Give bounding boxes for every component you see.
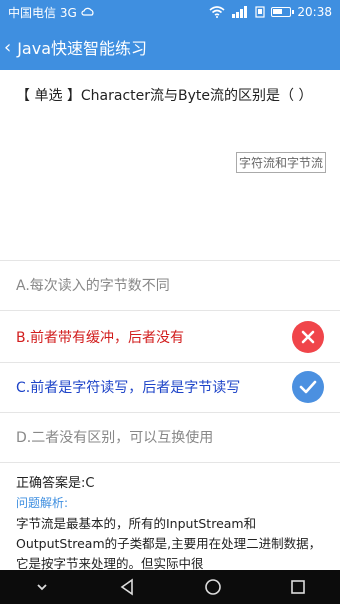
clock-label: 20:38 bbox=[297, 5, 332, 19]
divider bbox=[0, 462, 340, 463]
carrier-label: 中国电信 3G bbox=[8, 5, 77, 20]
cloud-icon bbox=[81, 7, 94, 16]
option-d[interactable]: D.二者没有区别，可以互换使用 bbox=[0, 412, 340, 462]
status-left: 中国电信 3G bbox=[8, 4, 95, 21]
analysis-title: 问题解析: bbox=[16, 496, 69, 510]
option-c[interactable]: C.前者是字符读写，后者是字节读写 bbox=[0, 362, 340, 412]
status-bar: 中国电信 3G 20:38 bbox=[0, 0, 340, 24]
option-a-label: A.每次读入的字节数不同 bbox=[16, 278, 170, 294]
system-nav-bar bbox=[0, 570, 340, 604]
chevron-down-icon[interactable] bbox=[34, 579, 50, 595]
recent-square-icon[interactable] bbox=[290, 579, 306, 595]
analysis-text: 字节流是最基本的，所有的InputStream和OutputStream的子类都… bbox=[16, 516, 322, 571]
page-title: Java快速智能练习 bbox=[17, 39, 148, 58]
signal-icon bbox=[232, 6, 248, 18]
divider bbox=[0, 310, 340, 311]
status-right: 20:38 bbox=[209, 5, 332, 19]
option-a[interactable]: A.每次读入的字节数不同 bbox=[0, 260, 340, 310]
option-c-label: C.前者是字符读写，后者是字节读写 bbox=[16, 380, 241, 396]
wrong-icon bbox=[292, 321, 324, 353]
option-b-label: B.前者带有缓冲，后者没有 bbox=[16, 330, 185, 346]
battery-icon bbox=[271, 7, 295, 17]
data-icon bbox=[255, 6, 266, 18]
app-bar: ‹ Java快速智能练习 bbox=[0, 24, 340, 70]
option-d-label: D.二者没有区别，可以互换使用 bbox=[16, 430, 214, 446]
correct-answer: 正确答案是:C bbox=[16, 476, 95, 491]
option-b[interactable]: B.前者带有缓冲，后者没有 bbox=[0, 312, 340, 362]
back-triangle-icon[interactable] bbox=[118, 578, 136, 596]
correct-icon bbox=[292, 371, 324, 403]
home-circle-icon[interactable] bbox=[204, 578, 222, 596]
wifi-icon bbox=[209, 6, 225, 18]
question-text: 【 单选 】Character流与Byte流的区别是（ ） bbox=[16, 88, 313, 104]
knowledge-tag: 字符流和字节流 bbox=[235, 152, 326, 173]
back-icon[interactable]: ‹ bbox=[4, 37, 11, 58]
